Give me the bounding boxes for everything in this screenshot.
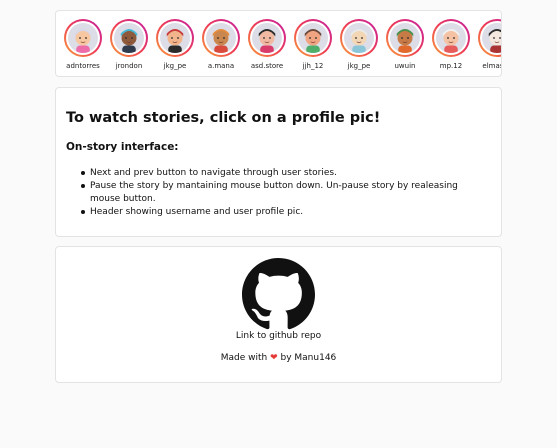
story-username: jrondon (115, 62, 143, 70)
avatar-icon (436, 23, 466, 53)
avatar-icon (298, 23, 328, 53)
avatar-icon (390, 23, 420, 53)
github-icon[interactable] (242, 258, 315, 331)
story-ring-inner (342, 21, 376, 55)
story-username: jkg_pe (163, 62, 187, 70)
story-avatar-item[interactable]: a.mana (202, 19, 240, 70)
story-ring[interactable] (386, 19, 424, 57)
story-avatar-item[interactable]: jjh_12 (294, 19, 332, 70)
stories-bar: adntorres jrondon jkg_pe a.mana asd.store jjh… (55, 10, 502, 77)
instructions-card: To watch stories, click on a profile pic… (55, 87, 502, 237)
story-username: jkg_pe (347, 62, 371, 70)
made-with-prefix: Made with (220, 353, 268, 363)
story-ring[interactable] (340, 19, 378, 57)
story-ring[interactable] (110, 19, 148, 57)
story-username: adntorres (66, 62, 100, 70)
github-repo-link[interactable]: Link to github repo (56, 331, 501, 341)
avatar-icon (160, 23, 190, 53)
story-avatar-item[interactable]: jrondon (110, 19, 148, 70)
story-ring[interactable] (64, 19, 102, 57)
story-avatar-item[interactable]: asd.store (248, 19, 286, 70)
footer-card: Link to github repo Made with ❤ by Manu1… (55, 246, 502, 383)
avatar-icon (114, 23, 144, 53)
story-ring-inner (66, 21, 100, 55)
story-ring[interactable] (432, 19, 470, 57)
story-avatar-item[interactable]: uwuin (386, 19, 424, 70)
story-username: asd.store (250, 62, 284, 70)
story-ring-inner (250, 21, 284, 55)
story-ring-inner (480, 21, 501, 55)
story-ring[interactable] (156, 19, 194, 57)
instructions-list: Next and prev button to navigate through… (81, 167, 480, 219)
on-story-interface-heading: On-story interface: (66, 141, 179, 153)
story-ring-inner (158, 21, 192, 55)
avatar-icon (68, 23, 98, 53)
story-ring-inner (296, 21, 330, 55)
list-item: Pause the story by mantaining mouse butt… (81, 180, 480, 206)
story-ring-inner (434, 21, 468, 55)
story-username: jjh_12 (302, 62, 324, 70)
list-item: Header showing username and user profile… (81, 206, 480, 219)
heart-icon: ❤ (270, 353, 278, 363)
story-avatar-item[interactable]: elmasca (478, 19, 501, 70)
made-with-credit: Made with ❤ by Manu146 (56, 353, 501, 363)
story-avatar-item[interactable]: mp.12 (432, 19, 470, 70)
story-avatar-item[interactable]: adntorres (64, 19, 102, 70)
story-avatar-item[interactable]: jkg_pe (156, 19, 194, 70)
list-item: Next and prev button to navigate through… (81, 167, 480, 180)
story-ring[interactable] (248, 19, 286, 57)
story-username: mp.12 (439, 62, 463, 70)
story-row: adntorres jrondon jkg_pe a.mana asd.store jjh… (64, 19, 501, 70)
story-ring-inner (388, 21, 422, 55)
story-ring[interactable] (294, 19, 332, 57)
story-avatar-item[interactable]: jkg_pe (340, 19, 378, 70)
instructions-heading: To watch stories, click on a profile pic… (66, 110, 381, 126)
avatar-icon (344, 23, 374, 53)
story-ring[interactable] (202, 19, 240, 57)
story-ring-inner (112, 21, 146, 55)
made-with-suffix: by Manu146 (280, 353, 337, 363)
story-username: a.mana (207, 62, 235, 70)
avatar-icon (482, 23, 501, 53)
avatar-icon (206, 23, 236, 53)
avatar-icon (252, 23, 282, 53)
story-ring[interactable] (478, 19, 501, 57)
story-ring-inner (204, 21, 238, 55)
story-username: uwuin (394, 62, 416, 70)
story-username: elmasca (482, 62, 501, 70)
